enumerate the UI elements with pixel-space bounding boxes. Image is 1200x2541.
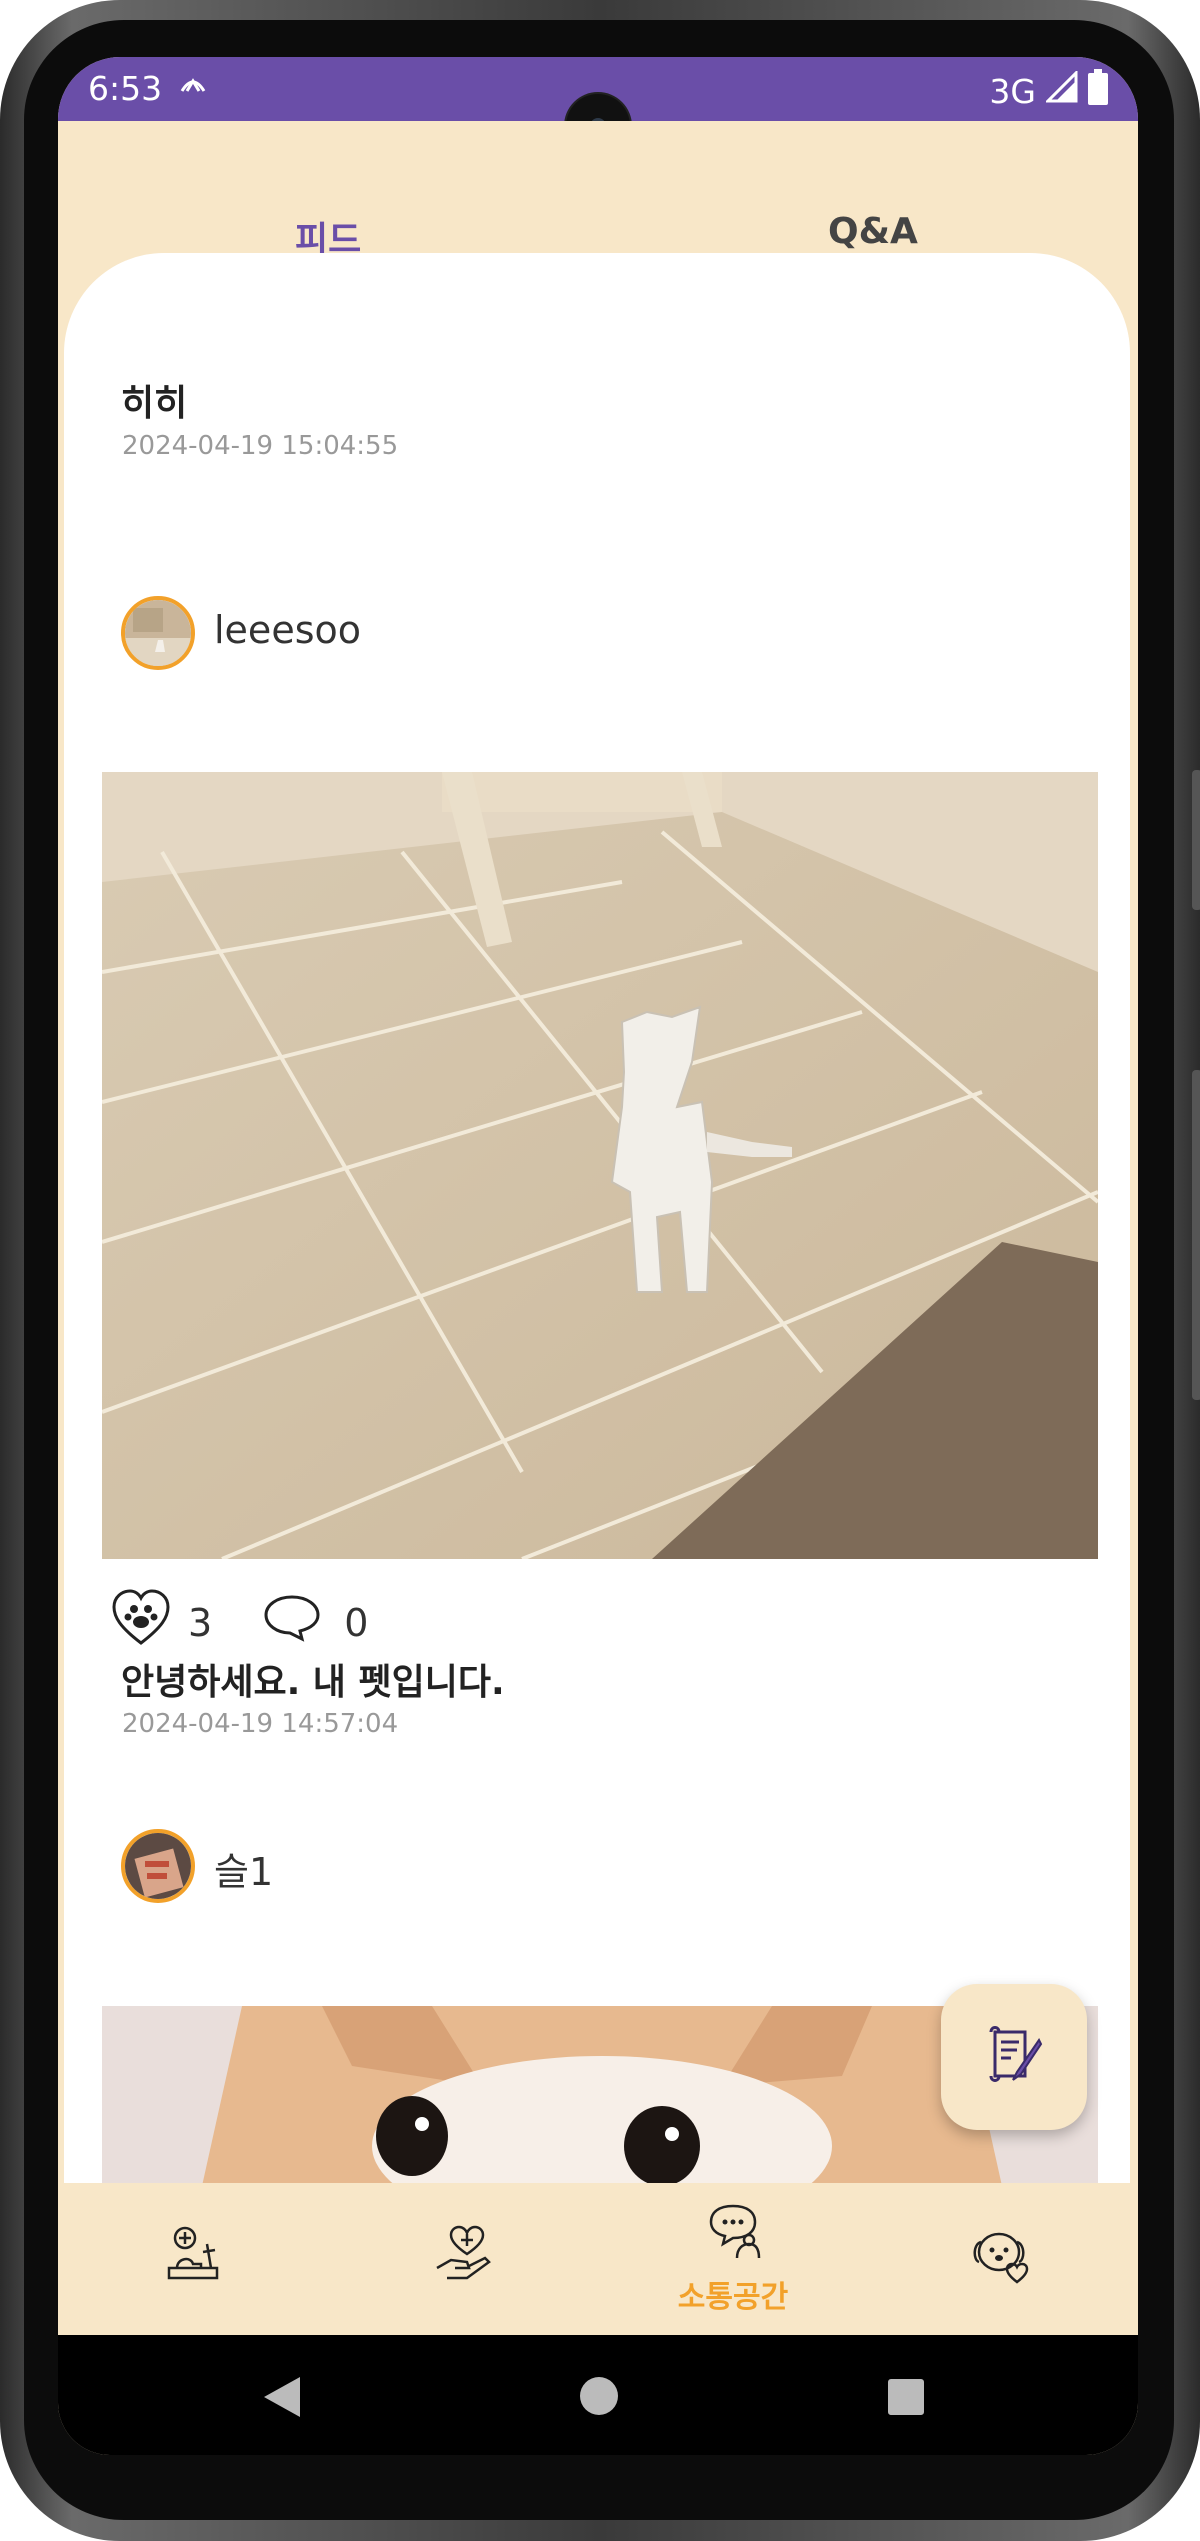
signal-icon xyxy=(1044,69,1078,111)
dog-heart-icon xyxy=(971,2224,1035,2288)
post-text: 안녕하세요. 내 펫입니다. xyxy=(121,1662,505,1703)
network-type: 3G xyxy=(989,71,1036,111)
notification-icon xyxy=(180,77,206,97)
status-time: 6:53 xyxy=(88,69,163,108)
post-image[interactable] xyxy=(102,772,1098,1559)
feed-list[interactable]: 히히 2024-04-19 15:04:55 leeesoo 3 0 안녕하세요… xyxy=(64,253,1130,2183)
post-stats: 3 0 xyxy=(110,1587,368,1658)
nav-item-mypet[interactable] xyxy=(868,2183,1138,2335)
volume-button xyxy=(1192,1070,1200,1400)
comment-count: 0 xyxy=(344,1600,369,1645)
scroll-quill-icon xyxy=(981,2022,1047,2092)
nav-item-community[interactable]: 소통공간 xyxy=(598,2183,868,2335)
battery-icon xyxy=(1088,69,1108,113)
like-count: 3 xyxy=(188,1600,213,1645)
comment-icon[interactable] xyxy=(262,1593,322,1652)
power-button xyxy=(1192,770,1200,910)
paw-heart-icon[interactable] xyxy=(110,1587,172,1658)
tab-qa[interactable]: Q&A xyxy=(828,211,918,252)
post-date: 2024-04-19 14:57:04 xyxy=(122,1709,399,1739)
username[interactable]: leeesoo xyxy=(214,608,361,652)
bottom-nav: 소통공간 xyxy=(58,2183,1138,2335)
post-date: 2024-04-19 15:04:55 xyxy=(122,431,399,461)
avatar[interactable] xyxy=(121,1829,195,1903)
heart-hand-icon xyxy=(433,2224,493,2288)
write-post-button[interactable] xyxy=(941,1984,1087,2130)
home-icon[interactable] xyxy=(580,2377,618,2419)
vet-clinic-icon xyxy=(163,2224,223,2288)
status-right: 3G xyxy=(989,69,1108,113)
chat-person-icon xyxy=(703,2202,763,2266)
screen: 6:53 3G 피드 Q&A 히히 2024-04-19 15:04:55 le… xyxy=(58,57,1138,2455)
recents-icon[interactable] xyxy=(888,2379,924,2419)
system-nav-bar xyxy=(58,2335,1138,2455)
back-icon[interactable] xyxy=(264,2377,300,2421)
nav-item-vet[interactable] xyxy=(58,2183,328,2335)
phone-frame: 6:53 3G 피드 Q&A 히히 2024-04-19 15:04:55 le… xyxy=(0,0,1200,2541)
username[interactable]: 슬1 xyxy=(214,1841,273,1896)
nav-label-community: 소통공간 xyxy=(677,2280,789,2315)
nav-item-care[interactable] xyxy=(328,2183,598,2335)
post-text: 히히 xyxy=(121,383,188,424)
avatar[interactable] xyxy=(121,596,195,670)
